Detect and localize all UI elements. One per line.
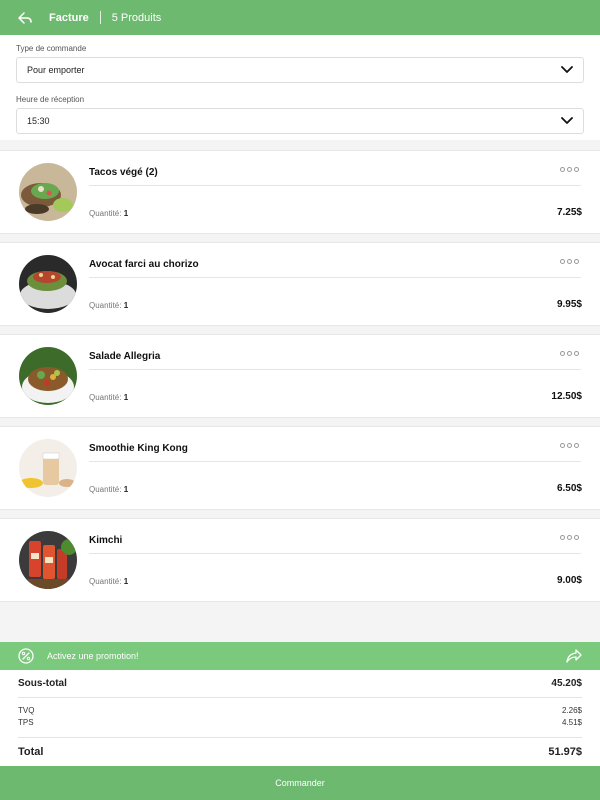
chevron-down-icon (561, 117, 573, 124)
order-form: Type de commande Pour emporter Heure de … (0, 35, 600, 140)
share-icon[interactable] (566, 649, 582, 663)
promotion-text: Activez une promotion! (47, 651, 139, 661)
quantity: Quantité: 1 (89, 485, 129, 494)
quantity: Quantité: 1 (89, 209, 129, 218)
order-type-value: Pour emporter (27, 65, 85, 75)
divider (89, 553, 581, 554)
order-type-select[interactable]: Pour emporter (16, 57, 584, 83)
tvq-value: 2.26$ (561, 705, 582, 715)
product-name: Avocat farci au chorizo (89, 259, 199, 270)
more-options-icon[interactable] (560, 351, 579, 356)
list-item[interactable]: Kimchi Quantité: 1 9.00$ (0, 518, 600, 602)
tps-label: TPS (18, 717, 34, 727)
product-name: Tacos végé (2) (89, 167, 158, 178)
tps-row: TPS 4.51$ (18, 716, 582, 728)
top-bar: Facture 5 Produits (0, 0, 600, 35)
divider (89, 369, 581, 370)
totals-summary: Sous-total 45.20$ TVQ 2.26$ TPS 4.51$ To… (0, 670, 600, 766)
pickup-time-value: 15:30 (27, 116, 50, 126)
list-item[interactable]: Smoothie King Kong Quantité: 1 6.50$ (0, 426, 600, 510)
product-list: Tacos végé (2) Quantité: 1 7.25$ Avocat … (0, 140, 600, 640)
quantity: Quantité: 1 (89, 301, 129, 310)
tvq-row: TVQ 2.26$ (18, 704, 582, 716)
product-name: Smoothie King Kong (89, 443, 188, 454)
product-image (19, 439, 77, 497)
back-arrow-icon (18, 11, 32, 24)
subtotal-value: 45.20$ (551, 678, 582, 689)
more-options-icon[interactable] (560, 443, 579, 448)
promotion-icon (18, 648, 34, 664)
quantity: Quantité: 1 (89, 577, 129, 586)
product-image (19, 347, 77, 405)
product-count: 5 Produits (111, 11, 162, 24)
page-title: Facture (49, 11, 89, 24)
divider (89, 461, 581, 462)
more-options-icon[interactable] (560, 259, 579, 264)
product-image (19, 531, 77, 589)
subtotal-label: Sous-total (18, 678, 67, 689)
pickup-time-select[interactable]: 15:30 (16, 108, 584, 134)
order-type-label: Type de commande (16, 44, 87, 53)
product-price: 12.50$ (551, 391, 582, 402)
subtotal-row: Sous-total 45.20$ (18, 670, 582, 698)
back-button[interactable] (0, 11, 50, 24)
order-button[interactable]: Commander (0, 766, 600, 800)
chevron-down-icon (561, 66, 573, 73)
list-item[interactable]: Avocat farci au chorizo Quantité: 1 9.95… (0, 242, 600, 326)
list-item[interactable]: Salade Allegria Quantité: 1 12.50$ (0, 334, 600, 418)
tvq-label: TVQ (18, 705, 35, 715)
quantity: Quantité: 1 (89, 393, 129, 402)
tps-value: 4.51$ (561, 717, 582, 727)
product-price: 9.00$ (556, 575, 582, 586)
promotion-bar[interactable]: Activez une promotion! (0, 642, 600, 670)
header-divider (99, 11, 101, 24)
product-price: 9.95$ (556, 299, 582, 310)
product-price: 7.25$ (556, 207, 582, 218)
list-item[interactable]: Tacos végé (2) Quantité: 1 7.25$ (0, 150, 600, 234)
total-row: Total 51.97$ (18, 737, 582, 765)
product-image (19, 163, 77, 221)
product-name: Salade Allegria (89, 351, 161, 362)
product-name: Kimchi (89, 535, 123, 546)
divider (89, 185, 581, 186)
total-value: 51.97$ (548, 745, 582, 758)
more-options-icon[interactable] (560, 167, 579, 172)
more-options-icon[interactable] (560, 535, 579, 540)
product-image (19, 255, 77, 313)
total-label: Total (18, 745, 44, 758)
pickup-time-label: Heure de réception (16, 95, 85, 104)
divider (89, 277, 581, 278)
product-price: 6.50$ (556, 483, 582, 494)
